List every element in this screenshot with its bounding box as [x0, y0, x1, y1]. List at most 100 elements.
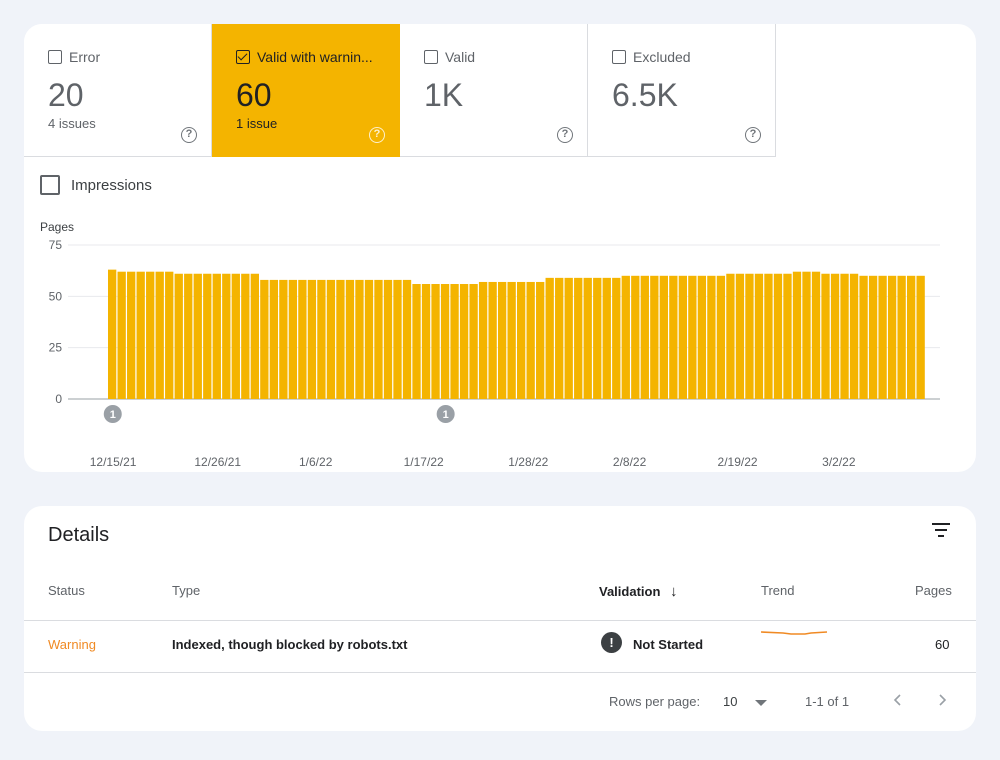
bar — [108, 269, 117, 399]
tile-excluded-checkbox[interactable] — [612, 50, 626, 64]
bar — [783, 273, 792, 399]
bar — [726, 273, 735, 399]
bar — [222, 273, 231, 399]
help-icon[interactable]: ? — [557, 127, 573, 143]
bar — [184, 273, 193, 399]
tile-error-header: Error — [48, 48, 211, 66]
tile-valid[interactable]: Valid 1K ? — [400, 24, 588, 157]
bar — [469, 284, 478, 399]
x-tick-label: 3/2/22 — [822, 455, 856, 469]
bar — [336, 279, 345, 399]
bar — [707, 275, 716, 399]
pagination-range: 1-1 of 1 — [805, 694, 850, 709]
bar — [849, 273, 859, 399]
tile-error-label: Error — [69, 49, 101, 65]
sort-arrow-icon: ↓ — [670, 583, 678, 600]
bar — [764, 273, 773, 399]
tile-valid-value: 1K — [424, 77, 464, 113]
tile-valid-with-warnings[interactable]: Valid with warnin... 60 1 issue ? — [212, 24, 400, 157]
bar — [117, 271, 126, 399]
bar — [688, 275, 697, 399]
previous-page-icon[interactable] — [890, 692, 906, 708]
bar — [716, 275, 726, 399]
annotation-label: 1 — [110, 409, 116, 421]
bar — [345, 279, 355, 399]
bar — [231, 273, 240, 399]
x-tick-label: 12/15/21 — [90, 455, 137, 469]
bar — [859, 275, 868, 399]
bar — [364, 279, 374, 399]
bar — [136, 271, 145, 399]
bar — [678, 275, 688, 399]
help-icon[interactable]: ? — [369, 127, 385, 143]
column-header-validation[interactable]: Validation ↓ — [599, 583, 678, 600]
bar — [659, 275, 668, 399]
bar — [735, 273, 745, 399]
dropdown-caret-icon[interactable] — [755, 700, 767, 706]
x-tick-label: 1/28/22 — [508, 455, 548, 469]
x-tick-label: 1/6/22 — [299, 455, 333, 469]
bar — [488, 281, 497, 399]
column-header-status[interactable]: Status — [48, 583, 85, 598]
pages-bar-chart: Pages 0 25 50 75 12/15/21 12/26/21 1/6/22 1/17/2… — [40, 220, 940, 469]
row-validation: Not Started — [633, 637, 704, 652]
bar — [650, 275, 659, 399]
impressions-checkbox[interactable] — [40, 175, 60, 195]
tile-excluded[interactable]: Excluded 6.5K ? — [588, 24, 776, 157]
help-icon[interactable]: ? — [745, 127, 761, 143]
bar — [754, 273, 764, 399]
y-tick-label: 50 — [49, 289, 63, 303]
bar — [583, 277, 592, 399]
bar — [593, 277, 602, 399]
bar — [536, 281, 545, 399]
x-tick-label: 1/17/22 — [404, 455, 444, 469]
column-header-trend[interactable]: Trend — [761, 583, 794, 598]
bar — [393, 279, 402, 399]
x-tick-label: 2/19/22 — [718, 455, 758, 469]
impressions-toggle[interactable]: Impressions — [40, 175, 152, 195]
bar — [564, 277, 573, 399]
tile-error[interactable]: Error 20 4 issues ? — [24, 24, 212, 157]
bar — [174, 273, 183, 399]
row-type[interactable]: Indexed, though blocked by robots.txt — [172, 637, 407, 652]
bar — [374, 279, 383, 399]
tile-error-checkbox[interactable] — [48, 50, 62, 64]
details-card: Details Status Type Validation ↓ Trend P… — [24, 506, 976, 731]
y-tick-label: 75 — [49, 238, 63, 252]
tile-valid-checkbox[interactable] — [424, 50, 438, 64]
next-page-icon[interactable] — [934, 692, 950, 708]
tile-warning-checkbox[interactable] — [236, 50, 250, 64]
bar — [545, 277, 554, 399]
bar — [840, 273, 849, 399]
rows-per-page-select[interactable]: 10 — [723, 694, 737, 709]
bar — [631, 275, 640, 399]
bar — [887, 275, 897, 399]
bar — [260, 279, 269, 399]
tile-valid-header: Valid — [424, 48, 587, 66]
bar — [440, 284, 450, 399]
filter-icon[interactable] — [932, 523, 950, 537]
bar — [127, 271, 136, 399]
tile-valid-label: Valid — [445, 49, 476, 65]
x-tick-label: 12/26/21 — [194, 455, 241, 469]
bar — [146, 271, 155, 399]
bar — [906, 275, 916, 399]
bar — [279, 279, 288, 399]
column-header-type[interactable]: Type — [172, 583, 200, 598]
help-icon[interactable]: ? — [181, 127, 197, 143]
bar — [317, 279, 326, 399]
bar — [916, 275, 925, 399]
tile-error-value: 20 — [48, 77, 84, 113]
y-tick-label: 0 — [55, 392, 62, 406]
bar — [269, 279, 279, 399]
bar — [383, 279, 393, 399]
bar — [450, 284, 459, 399]
bar — [868, 275, 878, 399]
column-header-pages[interactable]: Pages — [915, 583, 952, 598]
bar — [745, 273, 754, 399]
bar — [298, 279, 307, 399]
bar — [612, 277, 621, 399]
trend-sparkline — [761, 631, 828, 635]
bar — [802, 271, 811, 399]
bar — [212, 273, 221, 399]
